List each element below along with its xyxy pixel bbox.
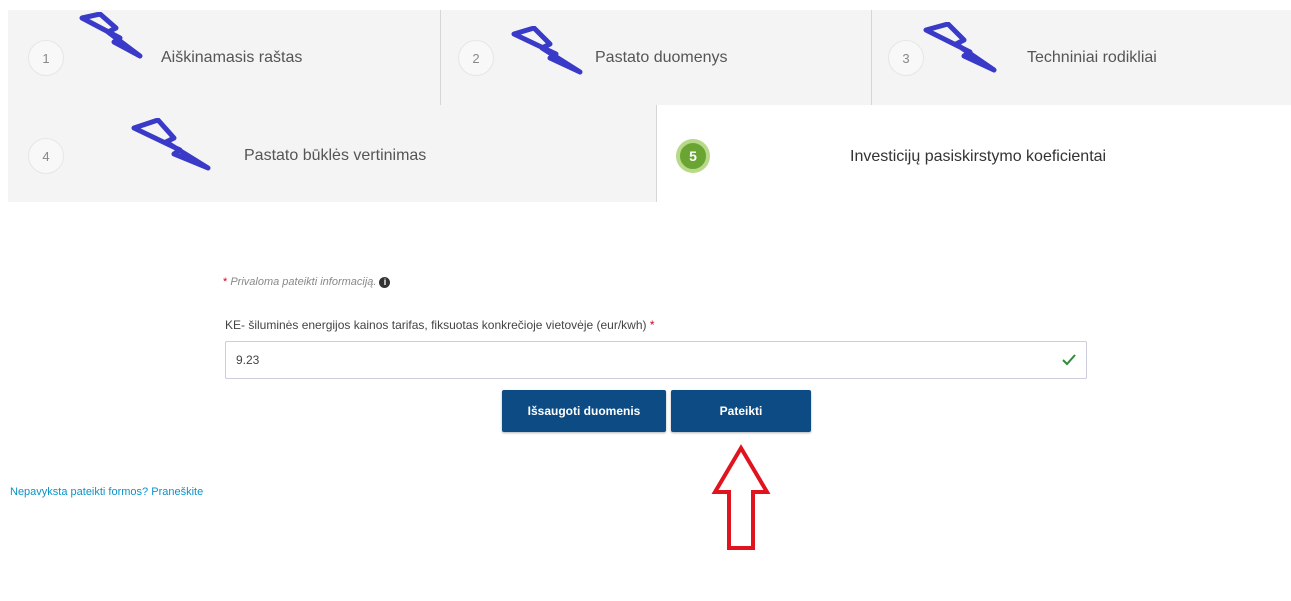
step-number-badge: 4: [28, 138, 64, 174]
step-number-badge: 1: [28, 40, 64, 76]
step-1[interactable]: 1 Aiškinamasis raštas: [8, 10, 440, 105]
required-star: *: [223, 276, 228, 288]
step-number-badge-active: 5: [676, 139, 710, 173]
step-label: Pastato duomenys: [595, 49, 728, 66]
report-problem-link[interactable]: Nepavyksta pateikti formos? Praneškite: [10, 486, 203, 498]
required-star: *: [649, 318, 655, 332]
ke-tariff-input[interactable]: [225, 341, 1087, 379]
up-arrow-icon: [711, 444, 771, 550]
info-icon[interactable]: i: [379, 276, 391, 288]
required-note-text: Privaloma pateikti informaciją.: [230, 276, 377, 288]
step-number: 4: [42, 148, 50, 164]
step-number: 3: [902, 50, 910, 66]
step-2[interactable]: 2 Pastato duomenys: [441, 10, 871, 105]
step-number-badge: 2: [458, 40, 494, 76]
required-note: * Privaloma pateikti informaciją. i: [223, 276, 391, 288]
submit-button[interactable]: Pateikti: [671, 390, 811, 432]
step-label: Investicijų pasiskirstymo koeficientai: [850, 148, 1107, 165]
step-4[interactable]: 4 Pastato būklės vertinimas: [8, 105, 656, 202]
step-number-badge: 3: [888, 40, 924, 76]
step-label: Pastato būklės vertinimas: [244, 147, 427, 164]
check-icon: [1062, 354, 1076, 366]
step-label: Techniniai rodikliai: [1027, 49, 1157, 66]
step-5[interactable]: 5 Investicijų pasiskirstymo koeficientai: [657, 105, 1291, 202]
field-label: KE- šiluminės energijos kainos tarifas, …: [225, 318, 655, 332]
step-number: 1: [42, 50, 50, 66]
save-data-button[interactable]: Išsaugoti duomenis: [502, 390, 666, 432]
step-number: 5: [689, 148, 697, 164]
field-label-text: KE- šiluminės energijos kainos tarifas, …: [225, 318, 647, 332]
step-number: 2: [472, 50, 480, 66]
step-3[interactable]: 3 Techniniai rodikliai: [872, 10, 1291, 105]
step-label: Aiškinamasis raštas: [161, 49, 303, 66]
page: 1 Aiškinamasis raštas 2 Pastato duomenys…: [0, 0, 1291, 601]
